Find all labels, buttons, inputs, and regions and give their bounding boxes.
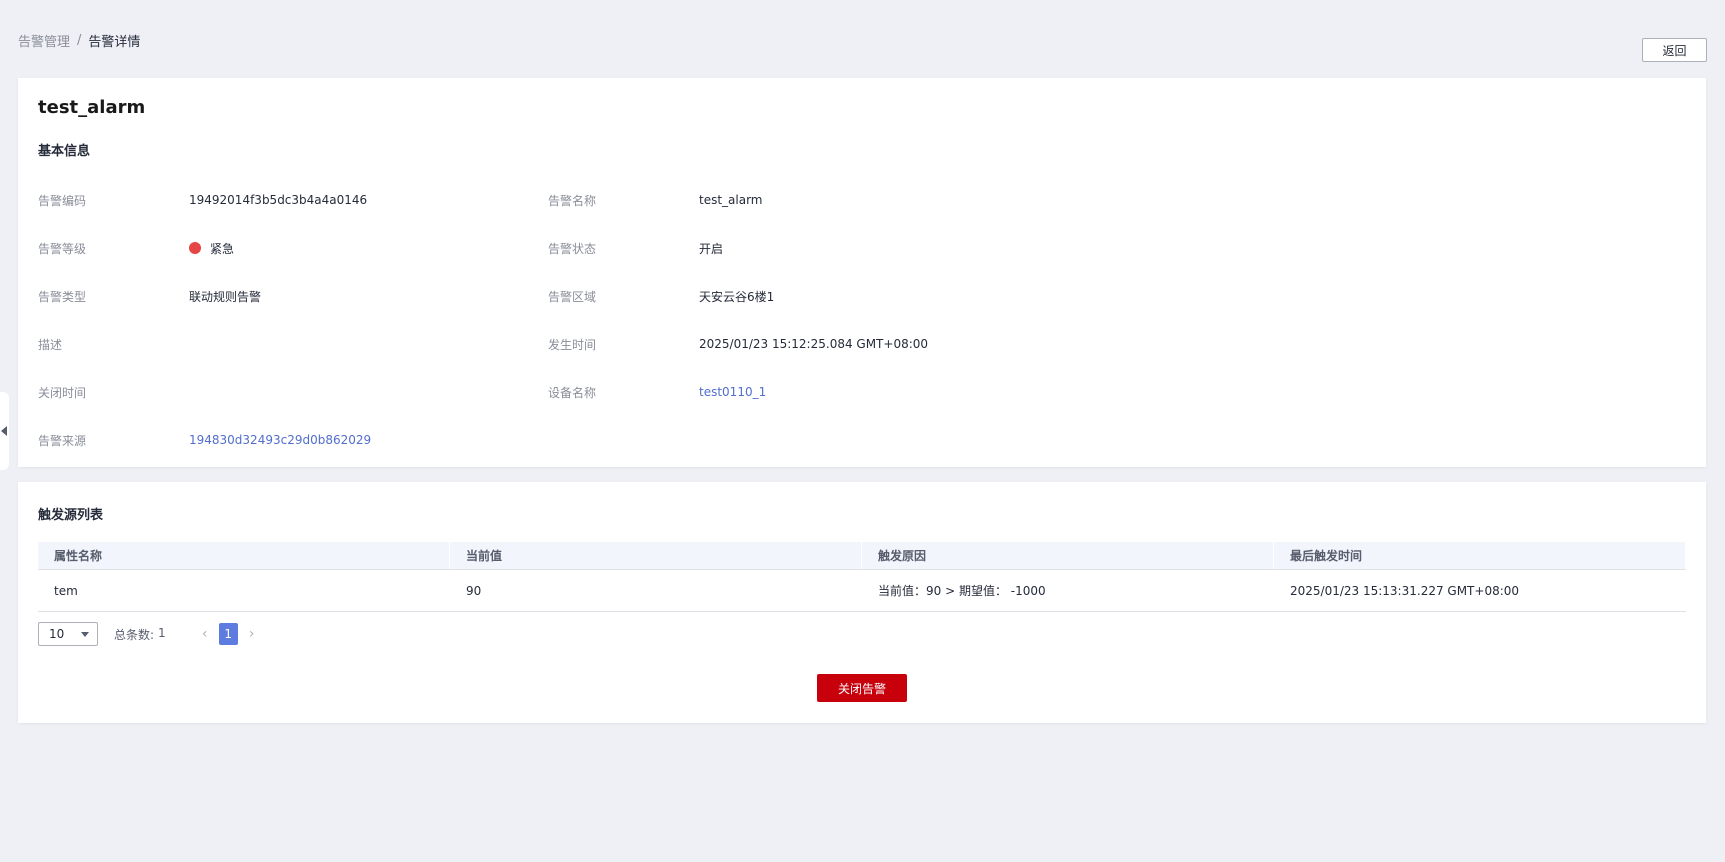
table-header: 属性名称 当前值 触发原因 最后触发时间: [38, 542, 1686, 570]
page-navigation: ‹ 1 ›: [198, 623, 259, 645]
column-header-attribute[interactable]: 属性名称: [38, 542, 450, 569]
sidebar-collapse-handle[interactable]: [0, 392, 9, 470]
column-header-last-trigger-time[interactable]: 最后触发时间: [1274, 542, 1686, 569]
page-size-value: 10: [49, 627, 65, 641]
field-label: 告警状态: [548, 241, 597, 256]
field-label: 告警区域: [548, 289, 597, 304]
cell-attribute: tem: [54, 583, 78, 598]
basic-info-grid: 告警编码 19492014f3b5dc3b4a4a0146 告警名称 test_…: [38, 176, 1058, 464]
close-alarm-button[interactable]: 关闭告警: [817, 674, 907, 702]
alarm-title: test_alarm: [38, 97, 146, 118]
field-alarm-name: 告警名称 test_alarm: [548, 192, 1058, 209]
field-label: 告警等级: [38, 241, 87, 256]
total-count: 总条数: 1: [114, 626, 166, 643]
trigger-list-title: 触发源列表: [38, 508, 104, 523]
device-name-link[interactable]: test0110_1: [699, 385, 766, 399]
basic-info-title: 基本信息: [38, 144, 91, 159]
field-alarm-level: 告警等级 紧急: [38, 240, 548, 257]
urgent-level-dot-icon: [189, 242, 201, 254]
info-row: 告警类型 联动规则告警 告警区域 天安云谷6楼1: [38, 272, 1058, 320]
field-label: 描述: [38, 337, 63, 352]
alarm-status-value: 开启: [699, 241, 724, 256]
total-value: 1: [158, 625, 166, 640]
field-label: 告警来源: [38, 433, 87, 448]
info-row: 描述 发生时间 2025/01/23 15:12:25.084 GMT+08:0…: [38, 320, 1058, 368]
trigger-source-table: 属性名称 当前值 触发原因 最后触发时间 tem 90 当前值：90 > 期望值…: [38, 542, 1686, 612]
next-page-icon[interactable]: ›: [245, 624, 259, 644]
info-row: 告警来源 194830d32493c29d0b862029: [38, 416, 1058, 464]
basic-info-card: test_alarm 基本信息 告警编码 19492014f3b5dc3b4a4…: [18, 78, 1706, 467]
info-row: 告警等级 紧急 告警状态 开启: [38, 224, 1058, 272]
info-row: 告警编码 19492014f3b5dc3b4a4a0146 告警名称 test_…: [38, 176, 1058, 224]
pagination: 10 总条数: 1 ‹ 1 ›: [38, 622, 259, 646]
alarm-name-value: test_alarm: [699, 193, 763, 207]
field-description: 描述: [38, 336, 548, 353]
collapse-left-icon: [0, 426, 7, 436]
field-label: 发生时间: [548, 337, 597, 352]
page-header: 告警管理 / 告警详情 返回: [18, 28, 1707, 62]
cell-last-trigger-time: 2025/01/23 15:13:31.227 GMT+08:00: [1290, 583, 1520, 598]
cell-trigger-reason: 当前值：90 > 期望值： -1000: [878, 584, 1046, 598]
field-label: 告警名称: [548, 193, 597, 208]
field-alarm-code: 告警编码 19492014f3b5dc3b4a4a0146: [38, 192, 548, 209]
column-header-trigger-reason[interactable]: 触发原因: [862, 542, 1274, 569]
page-size-select[interactable]: 10: [38, 622, 98, 646]
field-label: 告警类型: [38, 289, 87, 304]
field-alarm-area: 告警区域 天安云谷6楼1: [548, 288, 1058, 305]
back-button[interactable]: 返回: [1642, 38, 1707, 62]
field-alarm-source: 告警来源 194830d32493c29d0b862029: [38, 432, 548, 449]
alarm-source-link[interactable]: 194830d32493c29d0b862029: [189, 433, 371, 447]
alarm-level-text: 紧急: [210, 241, 235, 256]
alarm-code-value: 19492014f3b5dc3b4a4a0146: [189, 193, 368, 207]
alarm-detail-page: 告警管理 / 告警详情 返回 test_alarm 基本信息 告警编码 1949…: [0, 0, 1725, 862]
breadcrumb-alarm-management[interactable]: 告警管理: [18, 31, 70, 50]
column-header-current-value[interactable]: 当前值: [450, 542, 862, 569]
breadcrumb-current: 告警详情: [88, 34, 141, 50]
field-device-name: 设备名称 test0110_1: [548, 384, 1058, 401]
alarm-level-value: 紧急: [189, 240, 234, 257]
breadcrumb: 告警管理 / 告警详情: [18, 31, 140, 50]
cell-current-value: 90: [466, 583, 482, 598]
caret-down-icon: [81, 631, 89, 637]
alarm-type-value: 联动规则告警: [189, 289, 262, 304]
field-alarm-type: 告警类型 联动规则告警: [38, 288, 548, 305]
field-occur-time: 发生时间 2025/01/23 15:12:25.084 GMT+08:00: [548, 336, 1058, 353]
info-row: 关闭时间 设备名称 test0110_1: [38, 368, 1058, 416]
field-label: 设备名称: [548, 385, 597, 400]
breadcrumb-separator: /: [77, 32, 82, 48]
field-alarm-status: 告警状态 开启: [548, 240, 1058, 257]
total-label: 总条数:: [114, 627, 155, 642]
field-close-time: 关闭时间: [38, 384, 548, 401]
page-number-current[interactable]: 1: [218, 623, 238, 645]
table-row: tem 90 当前值：90 > 期望值： -1000 2025/01/23 15…: [38, 570, 1686, 612]
field-label: 告警编码: [38, 193, 87, 208]
occur-time-value: 2025/01/23 15:12:25.084 GMT+08:00: [699, 337, 929, 351]
trigger-source-card: 触发源列表 属性名称 当前值 触发原因 最后触发时间 tem 90 当前值：90…: [18, 482, 1706, 723]
prev-page-icon[interactable]: ‹: [198, 624, 212, 644]
field-label: 关闭时间: [38, 385, 87, 400]
alarm-area-value: 天安云谷6楼1: [699, 289, 775, 304]
